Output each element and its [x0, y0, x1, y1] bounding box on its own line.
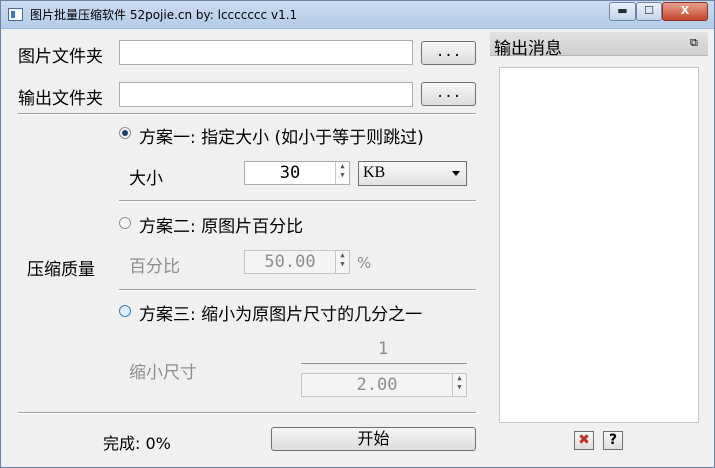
spin-arrows-icon[interactable]: ▲ ▼: [452, 374, 466, 396]
spin-arrows-icon[interactable]: ▲ ▼: [335, 251, 349, 273]
plan2-radio[interactable]: [119, 217, 131, 229]
output-messages-area[interactable]: [499, 67, 699, 423]
plan1-label[interactable]: 方案一: 指定大小 (如小于等于则跳过): [139, 123, 424, 148]
size-label: 大小: [129, 169, 163, 189]
divider: [18, 113, 476, 115]
unit-value: KB: [363, 164, 386, 181]
image-folder-browse-button[interactable]: ...: [421, 41, 476, 65]
denominator-spinbox[interactable]: 2.00 ▲ ▼: [301, 373, 467, 397]
title-bar[interactable]: 图片批量压缩软件 52pojie.cn by: lccccccc v1.1 ▬ …: [1, 1, 714, 29]
output-folder-input[interactable]: [119, 82, 413, 107]
compress-quality-label: 压缩质量: [27, 260, 95, 280]
plan2-label[interactable]: 方案二: 原图片百分比: [139, 212, 303, 237]
plan3-label[interactable]: 方案三: 缩小为原图片尺寸的几分之一: [139, 300, 422, 325]
size-spinbox[interactable]: 30 ▲ ▼: [244, 161, 350, 185]
output-panel-title: 输出消息: [494, 39, 562, 59]
clear-icon[interactable]: ✖: [574, 431, 594, 450]
denominator-value: 2.00: [356, 375, 398, 395]
close-button[interactable]: X: [662, 2, 708, 21]
size-value: 30: [279, 163, 301, 183]
divider: [119, 200, 476, 202]
plan1-radio[interactable]: [119, 127, 131, 139]
image-folder-input[interactable]: [119, 40, 413, 65]
plan3-radio[interactable]: [119, 305, 131, 317]
spin-arrows-icon[interactable]: ▲ ▼: [335, 162, 349, 184]
divider: [18, 412, 476, 414]
percent-unit: %: [357, 254, 372, 272]
percent-label: 百分比: [129, 257, 180, 277]
maximize-button[interactable]: ☐: [636, 2, 662, 21]
fraction-bar: [301, 363, 467, 364]
output-folder-label: 输出文件夹: [18, 89, 103, 109]
image-folder-label: 图片文件夹: [18, 47, 103, 67]
output-panel-header: 输出消息 ⧉: [490, 32, 708, 59]
percent-value: 50.00: [264, 252, 316, 272]
minimize-button[interactable]: ▬: [609, 2, 636, 21]
percent-spinbox[interactable]: 50.00 ▲ ▼: [244, 250, 350, 274]
unit-select[interactable]: KB: [358, 161, 467, 186]
chevron-down-icon: [452, 171, 460, 176]
start-button[interactable]: 开始: [271, 427, 476, 451]
float-icon[interactable]: ⧉: [690, 36, 698, 50]
progress-label: 完成: 0%: [103, 434, 171, 453]
divider: [119, 289, 476, 291]
output-folder-browse-button[interactable]: ...: [421, 82, 476, 106]
window-title: 图片批量压缩软件 52pojie.cn by: lccccccc v1.1: [30, 8, 298, 22]
shrink-size-label: 缩小尺寸: [129, 363, 197, 383]
help-icon[interactable]: ?: [603, 431, 623, 450]
app-window: 图片批量压缩软件 52pojie.cn by: lccccccc v1.1 ▬ …: [0, 0, 715, 468]
app-icon: [8, 8, 23, 21]
fraction-numerator: 1: [378, 339, 389, 359]
